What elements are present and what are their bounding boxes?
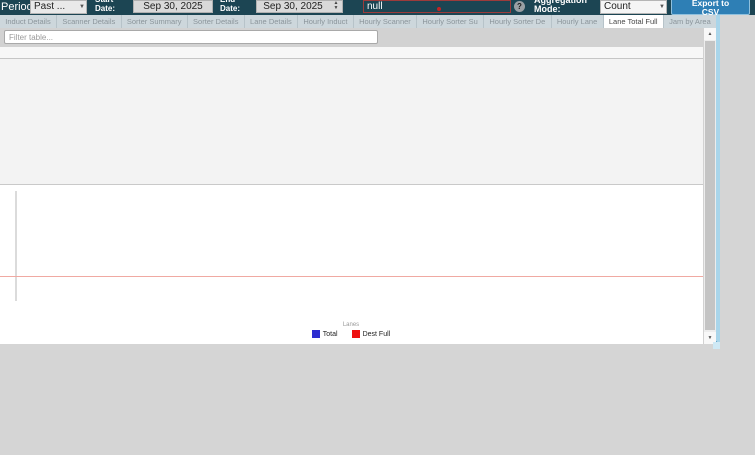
tab-content: Lanes Total Dest Full ▲ ▼ — [0, 28, 716, 344]
tab-hourly-lane[interactable]: Hourly Lane — [552, 15, 604, 28]
aggregation-mode-value: Count — [604, 1, 631, 12]
end-date-input-wrap: ▲ ▼ — [256, 0, 343, 13]
toolbar: Period: Past ... ▼ Start Date: End Date:… — [0, 0, 755, 15]
table-filter-input[interactable] — [4, 30, 378, 44]
aggregation-mode-label: Aggregation Mode: — [534, 0, 594, 14]
vertical-scrollbar[interactable]: ▲ ▼ — [703, 28, 716, 344]
required-dot-icon — [437, 7, 441, 11]
app-window: Induct Details Scanner Details Sorter Su… — [0, 15, 720, 344]
tab-bar: Induct Details Scanner Details Sorter Su… — [0, 15, 716, 28]
legend-label-total: Total — [323, 331, 338, 338]
legend-item-dest-full[interactable]: Dest Full — [352, 330, 391, 338]
export-csv-button[interactable]: Export to CSV — [671, 0, 750, 15]
legend-item-total[interactable]: Total — [312, 330, 338, 338]
tab-scanner-details[interactable]: Scanner Details — [57, 15, 122, 28]
chevron-down-icon: ▼ — [659, 1, 665, 13]
tab-lane-total-full[interactable]: Lane Total Full — [604, 15, 664, 28]
chart-y-axis — [15, 191, 17, 301]
legend-items: Total Dest Full — [0, 330, 702, 338]
lane-total-full-chart: Lanes Total Dest Full — [0, 185, 716, 344]
total-swatch-icon — [312, 330, 320, 338]
legend-label-dest-full: Dest Full — [363, 331, 391, 338]
table-body-empty — [0, 59, 716, 185]
period-select-value: Past ... — [34, 1, 65, 12]
stepper-down-icon[interactable]: ▼ — [331, 6, 341, 11]
tab-hourly-sorter-details[interactable]: Hourly Sorter De — [484, 15, 551, 28]
end-date-input[interactable] — [257, 1, 329, 12]
period-label: Period: — [1, 1, 30, 13]
period-select[interactable]: Past ... ▼ — [30, 0, 87, 14]
table-header-row — [0, 47, 716, 59]
tab-sorter-details[interactable]: Sorter Details — [188, 15, 245, 28]
tab-sorter-summary[interactable]: Sorter Summary — [122, 15, 188, 28]
tab-jam-by-area[interactable]: Jam by Area — [664, 15, 716, 28]
filter-bar — [0, 28, 716, 47]
date-stepper[interactable]: ▲ ▼ — [331, 1, 341, 12]
scroll-up-icon[interactable]: ▲ — [704, 28, 716, 40]
help-icon[interactable]: ? — [514, 1, 525, 12]
tab-hourly-scanner[interactable]: Hourly Scanner — [354, 15, 417, 28]
tab-hourly-induct[interactable]: Hourly Induct — [298, 15, 354, 28]
aggregation-mode-select[interactable]: Count ▼ — [600, 0, 667, 14]
tab-induct-details[interactable]: Induct Details — [0, 15, 57, 28]
legend-title: Lanes — [0, 322, 702, 328]
chart-legend: Lanes Total Dest Full — [0, 322, 702, 338]
dest-full-swatch-icon — [352, 330, 360, 338]
end-date-label: End Date: — [220, 0, 250, 13]
chart-reference-line — [0, 276, 716, 277]
chevron-down-icon: ▼ — [79, 1, 85, 13]
tab-hourly-sorter-summary[interactable]: Hourly Sorter Su — [417, 15, 484, 28]
resize-handle[interactable] — [713, 342, 720, 349]
page: { "toolbar": { "period_label": "Period:"… — [0, 0, 755, 455]
start-date-label: Start Date: — [95, 0, 129, 13]
start-date-input[interactable] — [133, 0, 213, 13]
tab-lane-details[interactable]: Lane Details — [245, 15, 298, 28]
scrollbar-thumb[interactable] — [705, 41, 715, 330]
